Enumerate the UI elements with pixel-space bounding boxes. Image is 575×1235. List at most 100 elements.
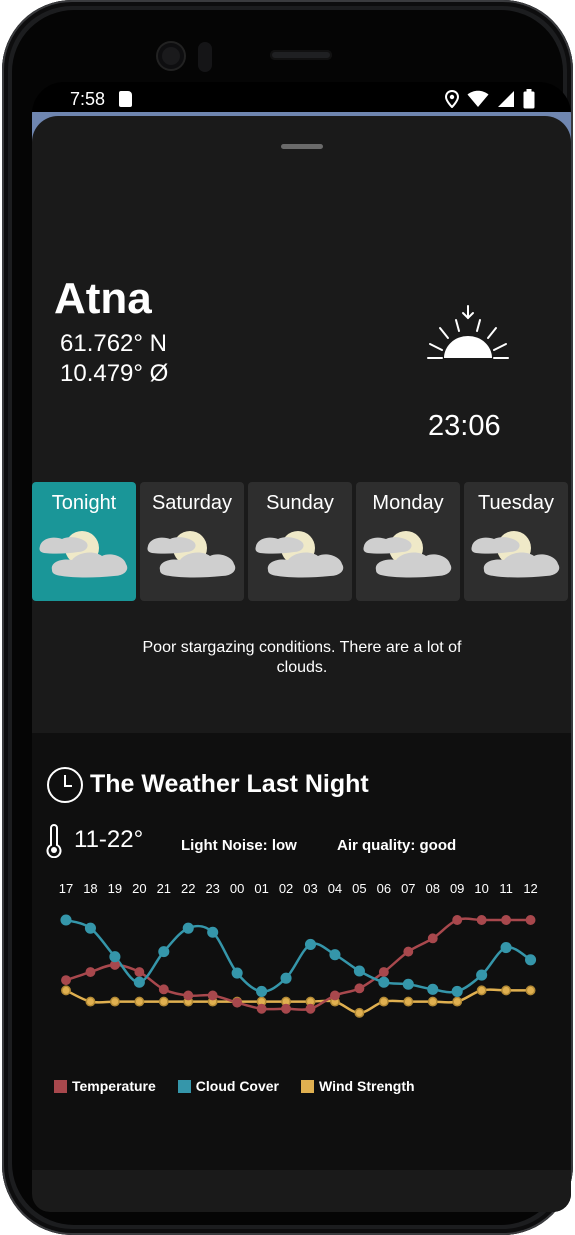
air-quality: Air quality: good [337,837,457,854]
data-point-temperature[interactable] [232,997,243,1008]
cloudy-moon-icon [147,531,236,578]
data-point-temperature[interactable] [207,990,218,1001]
status-time: 7:58 [70,89,106,109]
x-tick-label: 12 [523,881,537,896]
phone-frame: 7:58 Atna 61.762° N 10.479° Ø 23:06 Toni… [2,0,573,1235]
data-point-cloud-cover[interactable] [451,985,463,997]
data-point-cloud-cover[interactable] [84,922,97,934]
day-tab-monday[interactable]: Monday [356,482,460,601]
x-tick-label: 07 [401,881,415,896]
data-point-wind-strength[interactable] [85,996,96,1007]
section-title: The Weather Last Night [90,770,369,798]
sunset-time: 23:06 [428,410,501,442]
data-point-cloud-cover[interactable] [329,949,341,961]
day-label: Monday [372,492,444,514]
legend-wind-strength: Wind Strength [301,1078,415,1094]
data-point-wind-strength[interactable] [354,1007,365,1018]
data-point-temperature[interactable] [61,975,71,986]
series-line-temperature [65,917,531,1011]
x-tick-label: 19 [108,881,122,896]
x-tick-label: 08 [426,881,440,896]
light-noise: Light Noise: low [181,837,297,854]
day-tab-tuesday[interactable]: Tuesday [464,482,568,601]
data-point-cloud-cover[interactable] [476,969,488,981]
day-tab-tonight[interactable]: Tonight [32,482,136,601]
data-point-cloud-cover[interactable] [158,946,170,958]
data-point-cloud-cover[interactable] [60,914,72,926]
x-tick-label: 21 [157,881,171,896]
data-point-wind-strength[interactable] [158,996,169,1007]
legend-label: Wind Strength [319,1078,415,1094]
data-point-cloud-cover[interactable] [231,967,243,979]
day-label: Tonight [51,492,117,514]
data-point-temperature[interactable] [354,983,365,994]
last-night-panel: The Weather Last Night 11-22° Light Nois… [32,733,571,1170]
data-point-temperature[interactable] [452,915,463,925]
data-point-temperature[interactable] [525,915,536,925]
legend-label: Cloud Cover [195,1078,280,1094]
data-point-wind-strength[interactable] [452,996,463,1007]
x-tick-label: 20 [132,881,146,896]
data-point-cloud-cover[interactable] [353,965,365,977]
data-point-temperature[interactable] [134,967,145,977]
data-point-wind-strength[interactable] [403,996,414,1007]
data-point-temperature[interactable] [378,967,389,977]
cloudy-moon-icon [363,531,452,578]
data-point-cloud-cover[interactable] [182,922,194,934]
cloudy-moon-icon [255,531,344,578]
x-tick-label: 10 [474,881,488,896]
thermometer-icon [46,824,62,858]
data-point-cloud-cover[interactable] [304,938,317,951]
data-point-temperature[interactable] [158,984,169,995]
data-point-cloud-cover[interactable] [280,972,292,984]
data-point-wind-strength[interactable] [476,985,487,996]
data-point-wind-strength[interactable] [134,996,145,1007]
data-point-temperature[interactable] [85,967,96,977]
data-point-cloud-cover[interactable] [109,951,121,963]
data-point-cloud-cover[interactable] [256,985,268,997]
x-tick-label: 23 [205,881,219,896]
day-selector: Tonight Saturday Sunday Monday Tuesday [32,482,571,602]
data-point-wind-strength[interactable] [525,985,536,996]
x-tick-label: 02 [279,881,293,896]
data-point-cloud-cover[interactable] [427,983,439,995]
legend-cloud-cover: Cloud Cover [177,1078,280,1094]
x-tick-label: 01 [254,881,268,896]
data-point-temperature[interactable] [256,1003,267,1014]
data-point-temperature[interactable] [281,1003,292,1014]
x-tick-label: 06 [377,881,391,896]
data-point-cloud-cover[interactable] [402,978,414,990]
data-point-wind-strength[interactable] [378,996,389,1007]
data-point-wind-strength[interactable] [427,996,438,1007]
latitude: 61.762° N [60,330,168,357]
data-point-wind-strength[interactable] [61,985,71,996]
data-point-cloud-cover[interactable] [500,941,512,954]
longitude: 10.479° Ø [60,360,169,387]
data-point-cloud-cover[interactable] [525,954,537,966]
data-point-temperature[interactable] [501,915,512,925]
phone-bezel: 7:58 Atna 61.762° N 10.479° Ø 23:06 Toni… [12,10,571,1225]
data-point-wind-strength[interactable] [501,985,512,996]
day-tab-sunday[interactable]: Sunday [248,482,352,601]
data-point-temperature[interactable] [305,1003,316,1014]
data-point-cloud-cover[interactable] [133,976,145,988]
data-point-temperature[interactable] [330,990,340,1001]
data-point-temperature[interactable] [476,915,487,925]
sd-card-icon [119,91,132,107]
day-label: Tuesday [478,492,554,514]
data-point-wind-strength[interactable] [109,996,120,1007]
x-tick-label: 05 [352,881,366,896]
legend-swatch-wind-strength [301,1079,315,1093]
data-point-temperature[interactable] [427,933,438,944]
data-point-temperature[interactable] [403,946,414,957]
sheet-drag-handle[interactable] [281,144,323,149]
data-point-cloud-cover[interactable] [378,976,390,988]
x-tick-label: 11 [499,881,512,896]
day-tab-saturday[interactable]: Saturday [140,482,244,601]
x-tick-label: 17 [59,881,73,896]
data-point-temperature[interactable] [183,990,194,1001]
legend-temperature: Temperature [54,1078,156,1094]
data-point-cloud-cover[interactable] [207,926,219,938]
chart-legend: Temperature Cloud Cover Wind Strength [54,1078,415,1094]
x-tick-label: 03 [303,881,317,896]
